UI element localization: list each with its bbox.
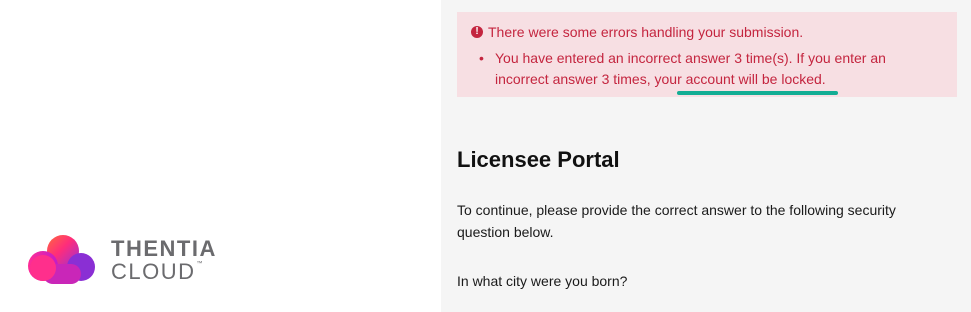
instructions-text: To continue, please provide the correct … [457,202,896,240]
logo-text-cloud-label: CLOUD [111,258,196,284]
highlight-underline [677,91,838,95]
page: THENTIA CLOUD™ ! There were some errors … [0,0,971,312]
error-list: • You have entered an incorrect answer 3… [479,48,915,90]
logo-text-thentia: THENTIA [111,235,217,261]
exclamation-circle-icon: ! [471,26,483,38]
security-question-label: In what city were you born? [457,273,628,289]
page-title: Licensee Portal [457,147,620,172]
error-alert-header: ! There were some errors handling your s… [471,24,803,40]
logo-wordmark: THENTIA CLOUD™ [111,235,217,284]
content-panel: ! There were some errors handling your s… [441,0,971,312]
error-message: You have entered an incorrect answer 3 t… [495,50,886,87]
bullet-icon: • [479,50,484,66]
branding-panel: THENTIA CLOUD™ [0,0,441,312]
thentia-cloud-logo: THENTIA CLOUD™ [27,234,217,286]
error-alert: ! There were some errors handling your s… [457,12,957,97]
trademark-symbol: ™ [196,260,203,267]
logo-text-cloud: CLOUD™ [111,258,217,284]
error-alert-title: There were some errors handling your sub… [488,24,804,40]
cloud-logo-icon [28,235,95,284]
